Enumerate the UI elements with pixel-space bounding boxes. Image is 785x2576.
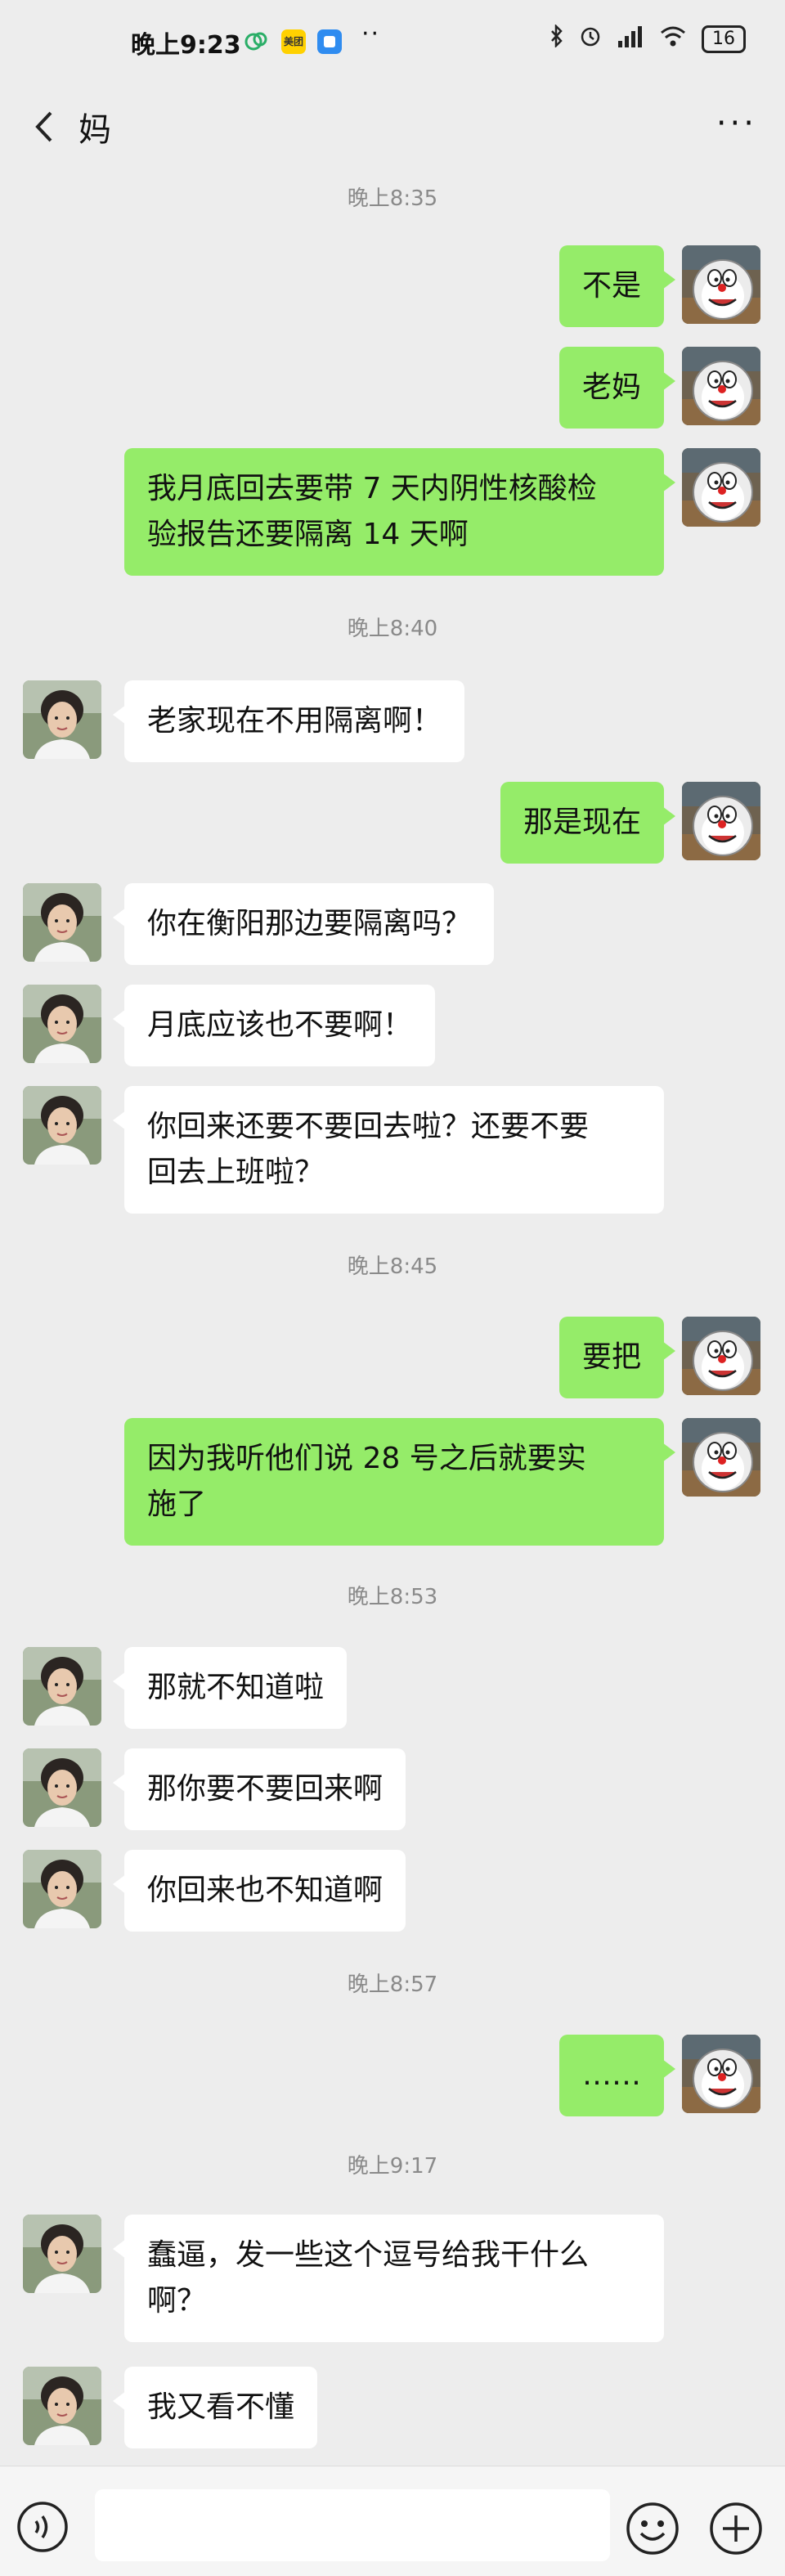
timestamp: 晚上9:17 — [347, 2154, 438, 2179]
message-line: 因为我听他们说 28 号之后就要实 — [147, 1442, 586, 1475]
my-avatar[interactable] — [682, 782, 760, 860]
contact-avatar[interactable] — [23, 1850, 101, 1928]
more-notifications-icon: ·· — [361, 20, 381, 48]
timestamp: 晚上8:53 — [347, 1585, 438, 1609]
message-sent[interactable]: 因为我听他们说 28 号之后就要实 施了 — [124, 1418, 675, 1546]
input-bar — [0, 2466, 785, 2576]
contact-avatar[interactable] — [23, 1086, 101, 1165]
message-sent[interactable]: …… — [559, 2035, 675, 2116]
my-avatar[interactable] — [682, 1317, 760, 1395]
chevron-left-icon[interactable] — [28, 106, 61, 147]
contact-avatar[interactable] — [23, 985, 101, 1063]
message-received[interactable]: 那你要不要回来啊 — [112, 1748, 406, 1830]
message-line: 你回来还要不要回去啦？还要不要 — [147, 1110, 590, 1143]
chat-header: 妈 ··· — [0, 90, 785, 164]
timestamp: 晚上8:35 — [347, 186, 438, 211]
message-received[interactable]: 月底应该也不要啊！ — [112, 985, 436, 1066]
contact-avatar[interactable] — [23, 1647, 101, 1726]
message-received[interactable]: 你回来也不知道啊 — [112, 1850, 406, 1932]
message-received[interactable]: 我又看不懂 — [112, 2367, 318, 2448]
my-avatar[interactable] — [682, 347, 760, 425]
status-time: 晚上9:23 — [131, 31, 241, 60]
timestamp: 晚上8:45 — [347, 1254, 438, 1279]
message-received[interactable]: 老家现在不用隔离啊！ — [112, 680, 465, 762]
message-received[interactable]: 你回来还要不要回去啦？还要不要 回去上班啦？ — [113, 1086, 664, 1214]
alarm-icon — [579, 25, 602, 53]
wifi-icon — [659, 25, 687, 53]
message-received[interactable]: 那就不知道啦 — [112, 1647, 348, 1729]
message-line: 施了 — [147, 1488, 207, 1521]
contact-avatar[interactable] — [23, 2215, 101, 2293]
bluetooth-icon — [550, 23, 564, 53]
blue-app-icon — [317, 29, 342, 54]
chat-bubble-icon — [244, 29, 268, 54]
contact-avatar[interactable] — [23, 680, 101, 759]
contact-avatar[interactable] — [23, 2367, 101, 2445]
chat-title: 妈 — [78, 111, 111, 149]
message-input[interactable] — [95, 2489, 610, 2561]
more-dots-icon[interactable]: ··· — [716, 105, 757, 142]
message-received[interactable]: 你在衡阳那边要隔离吗？ — [112, 883, 495, 965]
message-line: 啊？ — [147, 2284, 207, 2318]
message-sent[interactable]: 那是现在 — [500, 782, 676, 864]
timestamp: 晚上8:40 — [347, 617, 438, 641]
message-sent[interactable]: 要把 — [558, 1317, 676, 1398]
message-line: 回去上班啦？ — [147, 1156, 325, 1189]
my-avatar[interactable] — [682, 2035, 760, 2113]
contact-avatar[interactable] — [23, 883, 101, 962]
message-sent[interactable]: 老妈 — [558, 347, 676, 429]
emoji-icon[interactable] — [625, 2501, 680, 2556]
contact-avatar[interactable] — [23, 1748, 101, 1827]
my-avatar[interactable] — [682, 448, 760, 527]
message-line: 我月底回去要带 7 天内阴性核酸检 — [147, 472, 597, 505]
plus-icon[interactable] — [708, 2501, 764, 2556]
signal-icon — [617, 25, 644, 53]
status-bar: 晚上9:23 美团 ·· 16 — [0, 0, 785, 90]
meituan-icon: 美团 — [281, 29, 306, 54]
message-received[interactable]: 蠢逼，发一些这个逗号给我干什么 啊？ — [113, 2215, 664, 2342]
my-avatar[interactable] — [682, 1418, 760, 1497]
my-avatar[interactable] — [682, 245, 760, 324]
message-sent[interactable]: 我月底回去要带 7 天内阴性核酸检 验报告还要隔离 14 天啊 — [124, 448, 675, 576]
message-line: 蠢逼，发一些这个逗号给我干什么 — [147, 2238, 590, 2272]
message-line: 验报告还要隔离 14 天啊 — [147, 518, 469, 551]
message-sent[interactable]: 不是 — [558, 245, 676, 327]
status-icons: 16 — [550, 23, 746, 53]
timestamp: 晚上8:57 — [347, 1972, 438, 1997]
battery-icon: 16 — [702, 25, 746, 53]
voice-icon[interactable] — [16, 2501, 69, 2553]
